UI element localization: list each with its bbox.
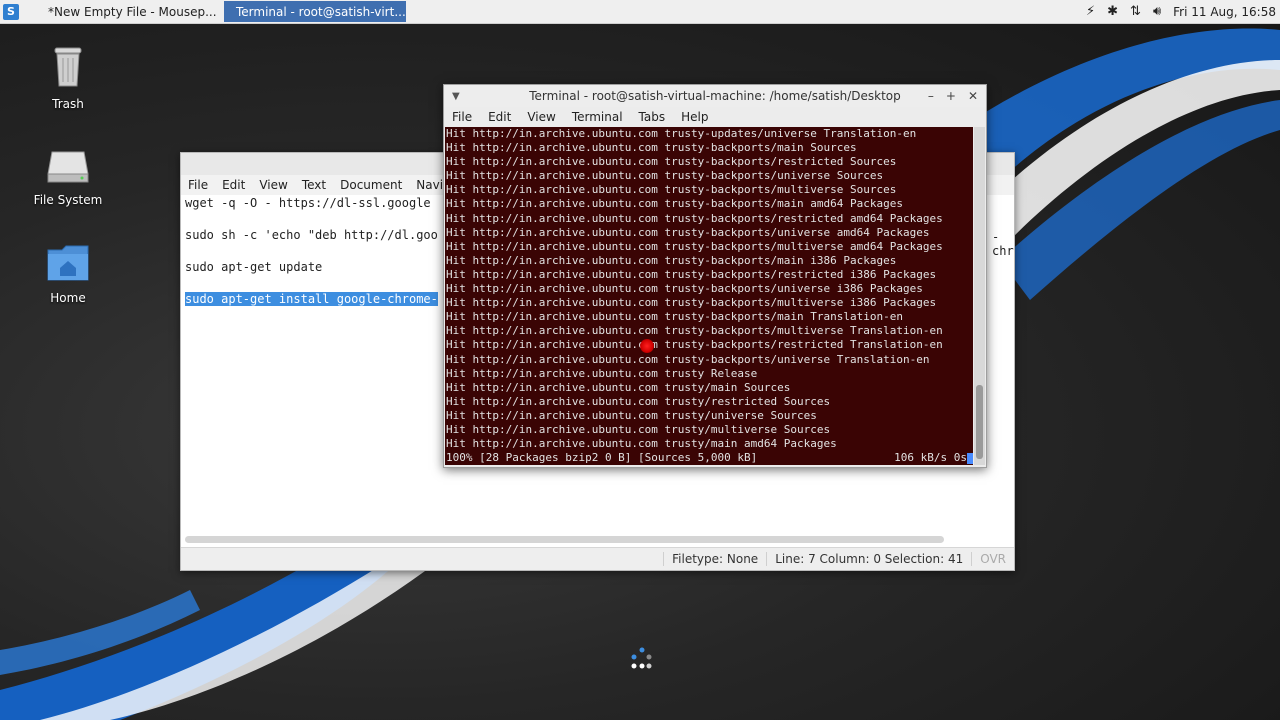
menu-view[interactable]: View xyxy=(252,178,294,192)
desktop-icon-file-system[interactable]: File System xyxy=(23,148,113,207)
output-line: Hit http://in.archive.ubuntu.com trusty/… xyxy=(446,408,817,422)
status-filetype[interactable]: Filetype: None xyxy=(663,552,766,566)
cursor-highlight-icon xyxy=(640,339,654,353)
system-tray: ⚡ ✱ ⇅ 🔊︎ Fri 11 Aug, 16:58 xyxy=(1086,0,1280,23)
loading-spinner-icon xyxy=(631,647,652,669)
editor-overflow-text: -chr xyxy=(992,230,1014,258)
output-line: Hit http://in.archive.ubuntu.com trusty-… xyxy=(446,296,937,310)
output-line: Hit http://in.archive.ubuntu.com trusty/… xyxy=(446,437,837,451)
window-menu-icon[interactable]: ▼ xyxy=(452,91,460,102)
output-line: Hit http://in.archive.ubuntu.com trusty-… xyxy=(446,239,943,253)
output-line: Hit http://in.archive.ubuntu.com trusty-… xyxy=(446,211,943,225)
terminal-scrollbar[interactable] xyxy=(974,127,985,465)
output-line: Hit http://in.archive.ubuntu.com trusty-… xyxy=(446,324,943,338)
taskbar-item-mousepad[interactable]: *New Empty File - Mousep... xyxy=(36,1,218,22)
terminal-menubar: File Edit View Terminal Tabs Help xyxy=(444,107,986,127)
taskbar-item-label: Terminal - root@satish-virt... xyxy=(236,4,406,19)
applications-menu-icon: S xyxy=(3,3,19,20)
status-mode: OVR xyxy=(971,552,1014,566)
mousepad-statusbar: Filetype: None Line: 7 Column: 0 Selecti… xyxy=(181,547,1014,570)
desktop-icon-label: Trash xyxy=(52,97,84,111)
progress-status: 100% [28 Packages bzip2 0 B] [Sources 5,… xyxy=(446,451,758,465)
output-line: Hit http://in.archive.ubuntu.com trusty-… xyxy=(446,352,930,366)
desktop-icon-label: Home xyxy=(50,291,86,305)
home-folder-icon xyxy=(47,245,89,281)
status-position: Line: 7 Column: 0 Selection: 41 xyxy=(766,552,971,566)
terminal-scrollbar-thumb[interactable] xyxy=(976,385,983,459)
volume-icon[interactable]: 🔊︎ xyxy=(1153,4,1161,19)
trash-icon xyxy=(54,47,82,87)
output-line: Hit http://in.archive.ubuntu.com trusty-… xyxy=(446,169,884,183)
output-line: Hit http://in.archive.ubuntu.com trusty-… xyxy=(446,282,923,296)
output-line: Hit http://in.archive.ubuntu.com trusty-… xyxy=(446,338,943,352)
desktop-icon-home[interactable]: Home xyxy=(23,244,113,305)
output-line: Hit http://in.archive.ubuntu.com trusty-… xyxy=(446,225,930,239)
horizontal-scrollbar[interactable] xyxy=(185,536,944,543)
output-line: Hit http://in.archive.ubuntu.com trusty … xyxy=(446,366,758,380)
progress-rate-wrap: 106 kB/s 0s xyxy=(894,451,973,465)
output-line: Hit http://in.archive.ubuntu.com trusty-… xyxy=(446,310,903,324)
output-line: Hit http://in.archive.ubuntu.com trusty-… xyxy=(446,183,897,197)
menu-text[interactable]: Text xyxy=(295,178,333,192)
clock[interactable]: Fri 11 Aug, 16:58 xyxy=(1173,5,1276,19)
taskbar-item-label: *New Empty File - Mousep... xyxy=(48,4,217,19)
top-panel: S *New Empty File - Mousep... Terminal -… xyxy=(0,0,1280,24)
output-line: Hit http://in.archive.ubuntu.com trusty-… xyxy=(446,141,857,155)
output-line: Hit http://in.archive.ubuntu.com trusty/… xyxy=(446,422,831,436)
terminal-menu-tabs[interactable]: Tabs xyxy=(631,110,674,124)
terminal-menu-file[interactable]: File xyxy=(444,110,480,124)
terminal-window: ▼ Terminal - root@satish-virtual-machine… xyxy=(443,84,987,468)
terminal-menu-terminal[interactable]: Terminal xyxy=(564,110,631,124)
menu-document[interactable]: Document xyxy=(333,178,409,192)
selected-text: sudo apt-get install google-chrome- xyxy=(185,292,438,306)
terminal-titlebar[interactable]: ▼ Terminal - root@satish-virtual-machine… xyxy=(444,85,986,107)
drive-icon xyxy=(47,151,89,183)
output-line: Hit http://in.archive.ubuntu.com trusty-… xyxy=(446,253,897,267)
terminal-output[interactable]: Hit http://in.archive.ubuntu.com trusty-… xyxy=(445,127,973,465)
output-line: Hit http://in.archive.ubuntu.com trusty/… xyxy=(446,380,791,394)
applications-menu-button[interactable]: S xyxy=(0,0,22,23)
terminal-menu-edit[interactable]: Edit xyxy=(480,110,519,124)
output-line: Hit http://in.archive.ubuntu.com trusty-… xyxy=(446,155,897,169)
maximize-icon[interactable]: + xyxy=(946,89,956,103)
network-icon[interactable]: ⇅ xyxy=(1130,4,1141,19)
output-line: Hit http://in.archive.ubuntu.com trusty-… xyxy=(446,267,937,281)
terminal-menu-view[interactable]: View xyxy=(519,110,563,124)
power-icon[interactable]: ⚡ xyxy=(1086,4,1095,19)
output-line: Hit http://in.archive.ubuntu.com trusty-… xyxy=(446,197,903,211)
desktop-icon-trash[interactable]: Trash xyxy=(23,44,113,111)
output-line: Hit http://in.archive.ubuntu.com trusty/… xyxy=(446,394,831,408)
minimize-icon[interactable]: – xyxy=(928,89,934,103)
close-icon[interactable]: ✕ xyxy=(968,89,978,103)
progress-rate: 106 kB/s 0s xyxy=(894,451,967,465)
desktop-icon-label: File System xyxy=(33,193,103,207)
menu-file[interactable]: File xyxy=(181,178,215,192)
terminal-menu-help[interactable]: Help xyxy=(673,110,716,124)
terminal-title: Terminal - root@satish-virtual-machine: … xyxy=(529,89,901,103)
menu-edit[interactable]: Edit xyxy=(215,178,252,192)
progress-line: 100% [28 Packages bzip2 0 B] [Sources 5,… xyxy=(445,451,973,465)
output-line: Hit http://in.archive.ubuntu.com trusty-… xyxy=(446,127,917,140)
taskbar-item-terminal[interactable]: Terminal - root@satish-virt... xyxy=(224,1,406,22)
bluetooth-icon[interactable]: ✱ xyxy=(1107,4,1118,19)
terminal-cursor xyxy=(967,452,973,464)
